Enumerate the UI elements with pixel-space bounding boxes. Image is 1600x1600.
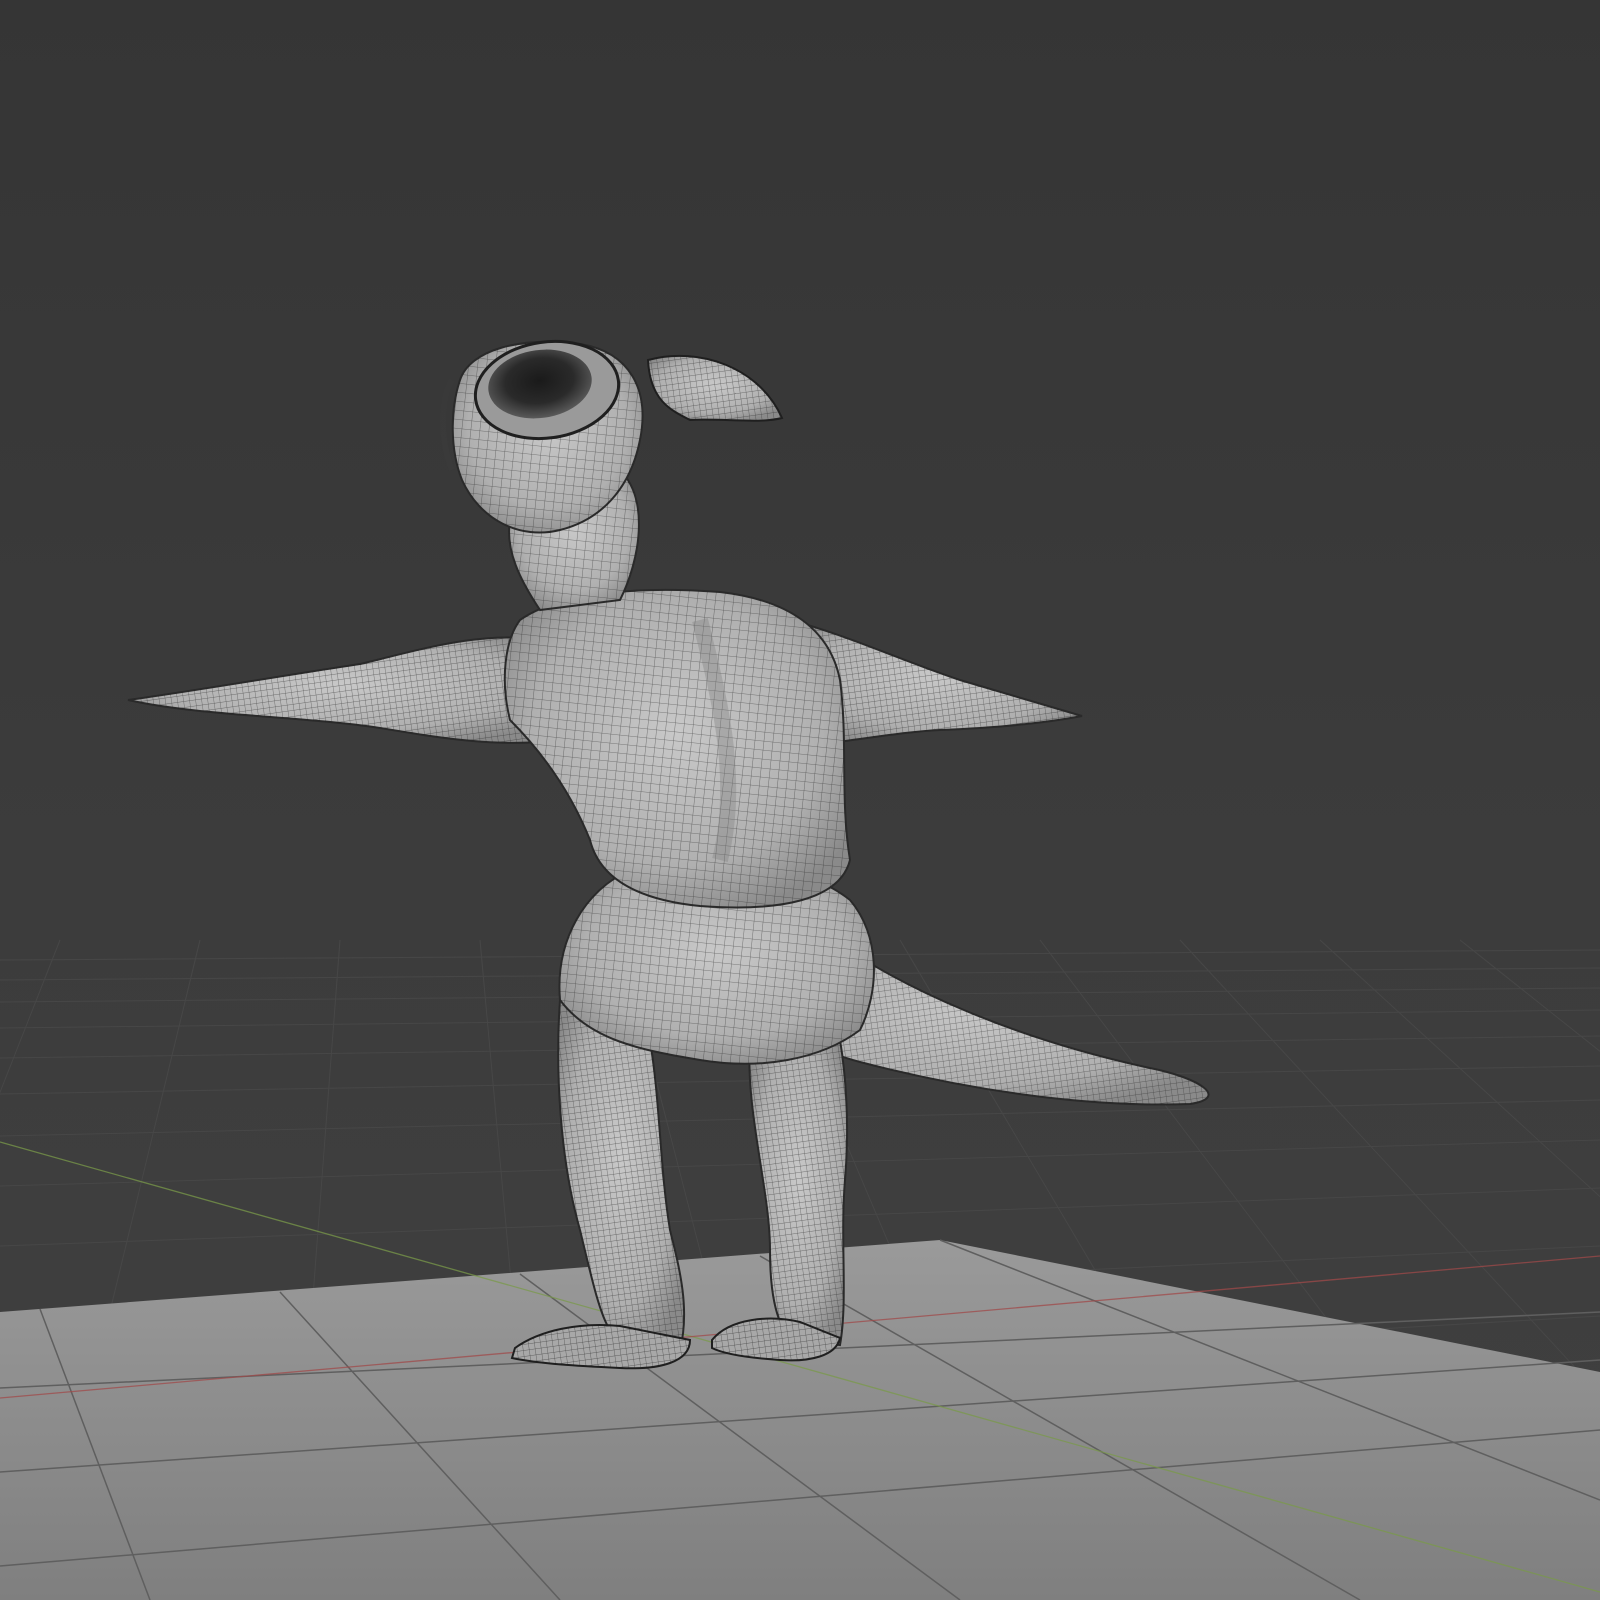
viewport-canvas[interactable] [0,0,1600,1600]
3d-viewport[interactable] [0,0,1600,1600]
